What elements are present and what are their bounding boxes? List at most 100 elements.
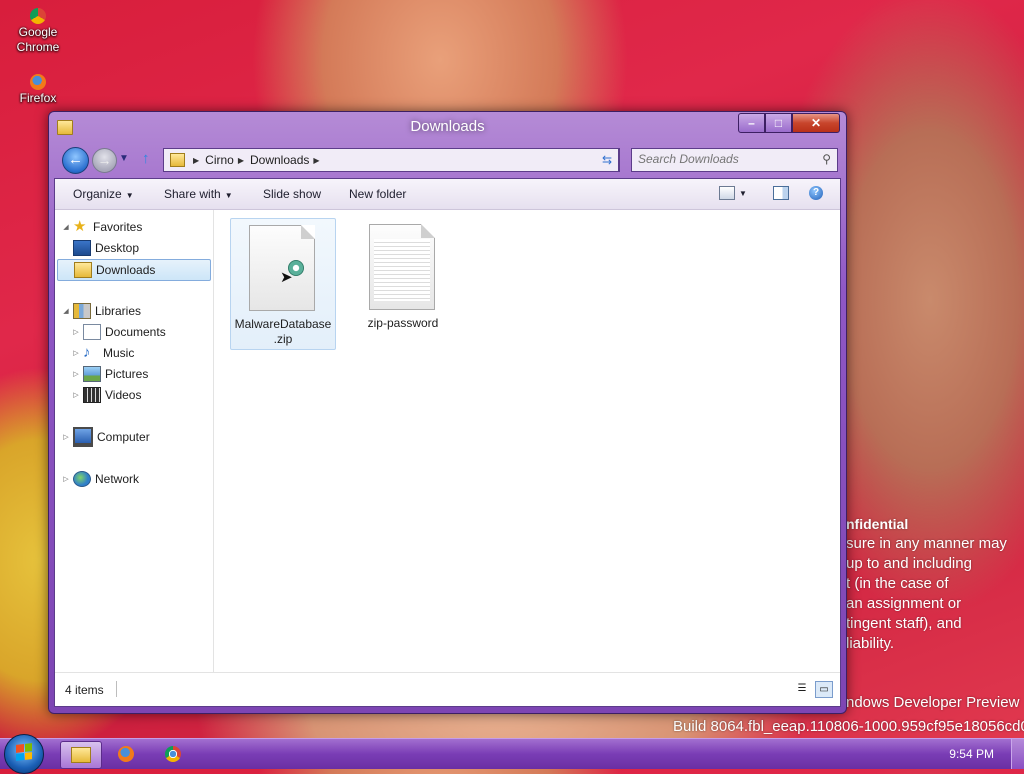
breadcrumb-downloads[interactable]: Downloads — [250, 153, 309, 167]
pictures-icon — [83, 366, 101, 382]
nav-documents[interactable]: ▷ Documents — [71, 322, 166, 342]
status-divider — [116, 681, 117, 697]
zip-file-icon: ➤ — [249, 225, 315, 311]
details-view-icon[interactable]: ☰ — [794, 681, 810, 696]
nav-desktop[interactable]: Desktop — [71, 238, 139, 258]
nav-network[interactable]: ▷ Network — [61, 469, 139, 489]
expand-icon[interactable]: ▷ — [61, 433, 71, 441]
nav-label: Favorites — [93, 220, 143, 234]
nav-music[interactable]: ▷ ♪ Music — [71, 343, 134, 363]
file-name: zip-password — [367, 316, 439, 330]
breadcrumb-chevron-icon[interactable]: ▶ — [193, 156, 199, 165]
breadcrumb-chevron-icon[interactable]: ▶ — [238, 156, 244, 165]
taskbar-explorer-button[interactable] — [60, 741, 102, 769]
change-view-icon[interactable] — [719, 186, 735, 200]
organize-button[interactable]: Organize ▼ — [73, 187, 134, 201]
slide-show-button[interactable]: Slide show — [263, 187, 321, 201]
refresh-button[interactable]: ⇆ — [596, 148, 619, 172]
file-list: ➤ MalwareDatabase .zip zip-password — [215, 210, 840, 672]
new-folder-button[interactable]: New folder — [349, 187, 406, 201]
chevron-down-icon: ▼ — [119, 153, 129, 164]
file-item-malwaredatabase-zip[interactable]: ➤ MalwareDatabase .zip — [230, 218, 336, 350]
videos-icon — [83, 387, 101, 403]
collapse-icon[interactable]: ◢ — [61, 307, 71, 315]
explorer-window[interactable]: Downloads – □ ✕ ← → ▼ ↑ ▶ Cirno ▶ Downlo… — [48, 111, 847, 714]
taskbar-firefox-button[interactable] — [106, 741, 146, 767]
windows-logo-icon — [16, 743, 32, 761]
nav-pictures[interactable]: ▷ Pictures — [71, 364, 148, 384]
chrome-icon — [165, 746, 181, 762]
caption-buttons: – □ ✕ — [738, 113, 840, 133]
forward-button[interactable]: → — [92, 148, 117, 173]
nav-downloads[interactable]: Downloads — [57, 259, 211, 281]
share-with-button[interactable]: Share with ▼ — [164, 187, 233, 201]
search-box[interactable]: ⚲ — [631, 148, 838, 172]
file-name-line: MalwareDatabase — [234, 317, 332, 331]
arrow-up-icon: ↑ — [142, 150, 150, 167]
computer-icon — [73, 427, 93, 447]
nav-label: Network — [95, 472, 140, 486]
search-input[interactable] — [632, 149, 814, 169]
close-button[interactable]: ✕ — [792, 113, 840, 133]
collapse-icon[interactable]: ◢ — [61, 223, 71, 231]
watermark-line: sure in any manner may — [846, 535, 1007, 552]
maximize-button[interactable]: □ — [765, 113, 792, 133]
navigation-bar: ← → ▼ ↑ ▶ Cirno ▶ Downloads ▶ ▼ ⇆ ⚲ — [49, 145, 846, 175]
music-icon: ♪ — [83, 344, 91, 361]
downloads-folder-icon — [74, 262, 92, 278]
up-button[interactable]: ↑ — [142, 150, 150, 167]
explorer-body: Organize ▼ Share with ▼ Slide show New fol… — [54, 178, 841, 707]
chevron-down-icon: ▼ — [125, 191, 134, 200]
file-name-line: .zip — [273, 332, 293, 346]
recent-locations-dropdown[interactable]: ▼ — [119, 153, 129, 164]
breadcrumb-cirno[interactable]: Cirno — [205, 153, 234, 167]
nav-label: Libraries — [95, 304, 142, 318]
breadcrumb-chevron-icon[interactable]: ▶ — [313, 156, 319, 165]
desktop-icon-firefox[interactable]: Firefox — [6, 74, 70, 106]
nav-favorites[interactable]: ◢ ★ Favorites — [61, 217, 142, 237]
expand-icon[interactable]: ▷ — [71, 370, 81, 378]
help-icon[interactable]: ? — [809, 186, 823, 200]
desktop-icon-google-chrome[interactable]: Google Chrome — [6, 8, 70, 55]
item-count: 4 items — [65, 683, 104, 697]
nav-label: Videos — [105, 388, 142, 402]
file-item-zip-password[interactable]: zip-password — [351, 218, 455, 348]
share-with-label: Share with — [164, 187, 221, 201]
chrome-icon — [30, 8, 46, 24]
desktop-icon-label: Chrome — [16, 40, 60, 54]
chevron-down-icon: ▼ — [739, 189, 747, 198]
text-file-icon — [369, 224, 435, 310]
nav-label: Documents — [105, 325, 166, 339]
arrow-right-icon: → — [97, 152, 112, 168]
search-icon[interactable]: ⚲ — [822, 152, 831, 166]
nav-label: Pictures — [105, 367, 149, 381]
view-options-dropdown[interactable]: ▼ — [739, 189, 747, 198]
minimize-button[interactable]: – — [738, 113, 765, 133]
system-clock[interactable]: 9:54 PM — [949, 747, 994, 761]
expand-icon[interactable]: ▷ — [61, 475, 71, 483]
nav-videos[interactable]: ▷ Videos — [71, 385, 141, 405]
expand-icon[interactable]: ▷ — [71, 349, 81, 357]
preview-pane-icon[interactable] — [773, 186, 789, 200]
large-icons-view-icon[interactable]: ▭ — [815, 681, 833, 698]
refresh-icon: ⇆ — [601, 153, 613, 167]
watermark-line: nfidential — [846, 516, 909, 532]
expand-icon[interactable]: ▷ — [71, 391, 81, 399]
expand-icon[interactable]: ▷ — [71, 328, 81, 336]
nav-label: Downloads — [96, 263, 156, 277]
file-explorer-icon — [71, 747, 91, 763]
organize-label: Organize — [73, 187, 122, 201]
window-title: Downloads — [410, 118, 485, 135]
back-button[interactable]: ← — [62, 147, 89, 174]
start-button[interactable] — [4, 734, 44, 774]
nav-computer[interactable]: ▷ Computer — [61, 427, 150, 447]
taskbar-chrome-button[interactable] — [153, 741, 193, 767]
nav-libraries[interactable]: ◢ Libraries — [61, 301, 141, 321]
nav-label: Music — [103, 346, 135, 360]
watermark-line: liability. — [846, 635, 895, 652]
build-watermark: Build 8064.fbl_eeap.110806-1000.959cf95e… — [673, 718, 1024, 735]
show-desktop-button[interactable] — [1011, 739, 1024, 769]
navigation-pane: ◢ ★ Favorites Desktop Downloads ◢ Libraries… — [55, 210, 214, 672]
watermark-line: up to and including — [846, 555, 972, 572]
address-bar[interactable]: ▶ Cirno ▶ Downloads ▶ ▼ — [163, 148, 620, 172]
